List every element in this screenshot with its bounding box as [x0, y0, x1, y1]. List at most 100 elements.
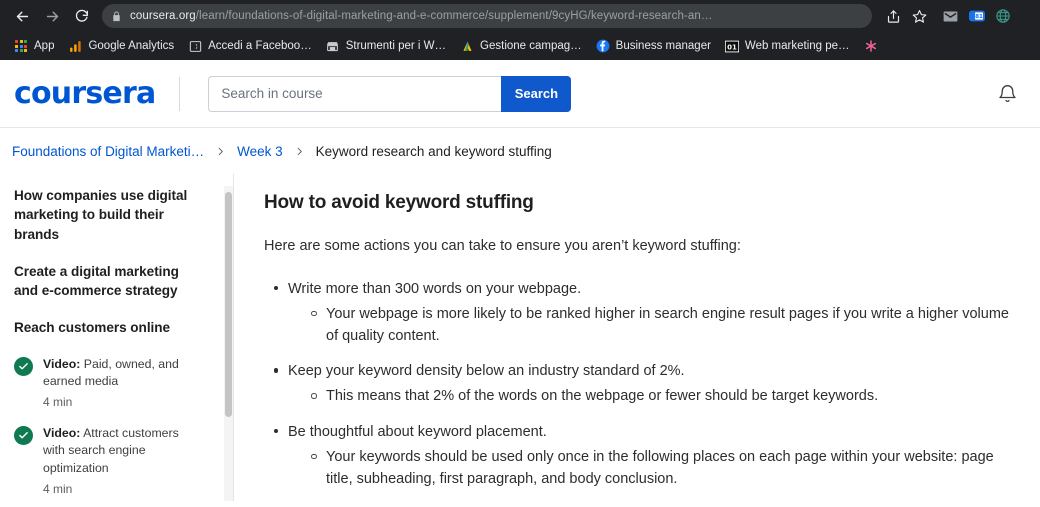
- coursera-logo-link[interactable]: coursera: [8, 76, 156, 111]
- breadcrumb-item-course[interactable]: Foundations of Digital Marketi…: [12, 144, 204, 159]
- address-bar[interactable]: coursera.org/learn/foundations-of-digita…: [102, 4, 872, 28]
- bookmark-label: Business manager: [615, 40, 711, 52]
- bookmarks-bar: App Google Analytics Accedi a Faceboo… S…: [0, 32, 1040, 60]
- browser-toolbar: coursera.org/learn/foundations-of-digita…: [0, 0, 1040, 32]
- sub-bullet-icon: [302, 385, 326, 399]
- bullet-row: Your webpage is more likely to be ranked…: [302, 303, 1020, 347]
- url-host: coursera.org: [130, 10, 196, 22]
- breadcrumb-item-week[interactable]: Week 3: [237, 144, 283, 159]
- facebook-icon: [596, 39, 610, 53]
- bookmark-asterisk[interactable]: [857, 36, 891, 56]
- url-path: /learn/foundations-of-digital-marketing-…: [195, 10, 713, 22]
- blue-badge-extension-icon[interactable]: 81: [968, 8, 985, 25]
- sidebar-lesson-body: Video: Attract customers with search eng…: [43, 425, 199, 496]
- sidebar-lesson-duration: 4 min: [43, 395, 73, 410]
- svg-text:81: 81: [975, 14, 983, 20]
- bookmark-accedi-facebook[interactable]: Accedi a Faceboo…: [181, 36, 319, 56]
- bullet-row: Write more than 300 words on your webpag…: [264, 278, 1020, 300]
- bullet-row: Your keywords should be used only once i…: [302, 446, 1020, 490]
- reload-button[interactable]: [68, 2, 96, 30]
- bookmark-web-marketing[interactable]: 01 Web marketing pe…: [718, 36, 857, 56]
- sidebar-lesson-item[interactable]: Video: Attract customers with search eng…: [14, 425, 199, 496]
- numbered-01-icon: 01: [724, 39, 739, 53]
- bookmark-label: Accedi a Faceboo…: [208, 40, 312, 52]
- page-title: How to avoid keyword stuffing: [264, 192, 534, 213]
- share-button[interactable]: [882, 5, 904, 27]
- bookmark-label: Google Analytics: [88, 40, 175, 52]
- breadcrumb-item-current: Keyword research and keyword stuffing: [315, 143, 552, 159]
- sidebar-lesson-title: Video: Paid, owned, and earned media: [43, 356, 199, 390]
- list-item: Your keywords should be used only once i…: [302, 446, 1020, 490]
- sidebar-heading-module-3[interactable]: Reach customers online: [14, 318, 199, 337]
- list-item: Be thoughtful about keyword placement. Y…: [264, 421, 1020, 491]
- bullet-row: Be thoughtful about keyword placement.: [264, 421, 1020, 443]
- asterisk-icon: [864, 39, 878, 53]
- bookmark-gestione-campagne[interactable]: Gestione campag…: [453, 36, 589, 56]
- bullet-text: Write more than 300 words on your webpag…: [288, 280, 582, 297]
- site-header: coursera Search: [0, 60, 1040, 128]
- bookmark-label: Web marketing pe…: [744, 40, 850, 52]
- bookmark-label: App: [34, 40, 55, 52]
- sidebar-lesson-body: Video: Paid, owned, and earned media 4 m…: [43, 356, 199, 409]
- extension-icons: 81: [932, 8, 1011, 25]
- list-item: Your webpage is more likely to be ranked…: [302, 303, 1020, 347]
- bell-icon: [998, 84, 1016, 102]
- page-body: How companies use digital marketing to b…: [0, 174, 1040, 501]
- sub-bullet-icon: [302, 446, 326, 460]
- bookmark-google-analytics[interactable]: Google Analytics: [61, 36, 181, 56]
- bullet-icon: [264, 360, 288, 373]
- share-icon: [887, 9, 899, 23]
- course-sidebar: How companies use digital marketing to b…: [0, 174, 233, 501]
- bullet-text: Be thoughtful about keyword placement.: [288, 423, 547, 440]
- bullet-text: Keep your keyword density below an indus…: [288, 363, 685, 380]
- bookmark-business-manager[interactable]: Business manager: [589, 36, 718, 56]
- bullet-row: Keep your keyword density below an indus…: [264, 360, 1020, 382]
- coursera-logo: coursera: [14, 76, 156, 111]
- bullet-row: This means that 2% of the words on the w…: [302, 385, 1020, 407]
- breadcrumb: Foundations of Digital Marketi… Week 3 K…: [0, 128, 1040, 174]
- apps-grid-icon: [14, 39, 28, 53]
- sub-list: Your keywords should be used only once i…: [264, 446, 1020, 490]
- intro-paragraph: Here are some actions you can take to en…: [264, 238, 741, 254]
- forward-arrow-icon: [46, 11, 58, 21]
- search-button[interactable]: Search: [501, 75, 572, 112]
- svg-text:01: 01: [727, 43, 737, 51]
- sidebar-lesson-title: Video: Attract customers with search eng…: [43, 425, 199, 477]
- bullet-icon: [264, 421, 288, 434]
- google-ads-icon: [460, 39, 474, 53]
- gmail-extension-icon[interactable]: [942, 8, 959, 25]
- facebook-login-icon: [188, 39, 202, 53]
- search-input[interactable]: [208, 75, 502, 112]
- bookmark-label: Strumenti per i W…: [345, 40, 447, 52]
- star-icon: [912, 9, 926, 23]
- list-item: Keep your keyword density below an indus…: [264, 360, 1020, 407]
- webmaster-tools-icon: [326, 39, 340, 53]
- chevron-right-icon: [294, 145, 305, 158]
- sidebar-heading-module-2[interactable]: Create a digital marketing and e-commerc…: [14, 262, 199, 301]
- check-circle-icon: [14, 426, 33, 446]
- bookmark-star-button[interactable]: [908, 5, 930, 27]
- forward-button[interactable]: [38, 2, 66, 30]
- sub-list: Your webpage is more likely to be ranked…: [264, 303, 1020, 347]
- bookmark-app[interactable]: App: [7, 36, 61, 56]
- globe-extension-icon[interactable]: [994, 8, 1011, 25]
- chevron-right-icon: [215, 145, 226, 158]
- sidebar-lesson-duration: 4 min: [43, 481, 73, 496]
- check-circle-icon: [14, 356, 33, 376]
- sidebar-scrollbar-thumb[interactable]: [225, 192, 232, 417]
- google-analytics-icon: [68, 39, 82, 53]
- course-search: Search: [208, 75, 572, 112]
- lesson-content: How to avoid keyword stuffing Here are s…: [234, 174, 1040, 501]
- header-divider: [179, 76, 181, 111]
- lock-icon: [111, 10, 122, 22]
- sidebar-heading-module-1[interactable]: How companies use digital marketing to b…: [14, 186, 199, 244]
- sub-list: This means that 2% of the words on the w…: [264, 385, 1020, 407]
- list-item: Write more than 300 words on your webpag…: [264, 278, 1020, 348]
- list-item: This means that 2% of the words on the w…: [302, 385, 1020, 407]
- notifications-button[interactable]: [990, 77, 1024, 111]
- sidebar-lesson-item[interactable]: Video: Paid, owned, and earned media 4 m…: [14, 356, 199, 409]
- bookmark-strumenti-webmaster[interactable]: Strumenti per i W…: [319, 36, 453, 56]
- sidebar-lesson-kind: Video:: [43, 356, 81, 371]
- sub-bullet-text: Your keywords should be used only once i…: [326, 448, 994, 487]
- back-button[interactable]: [8, 2, 36, 30]
